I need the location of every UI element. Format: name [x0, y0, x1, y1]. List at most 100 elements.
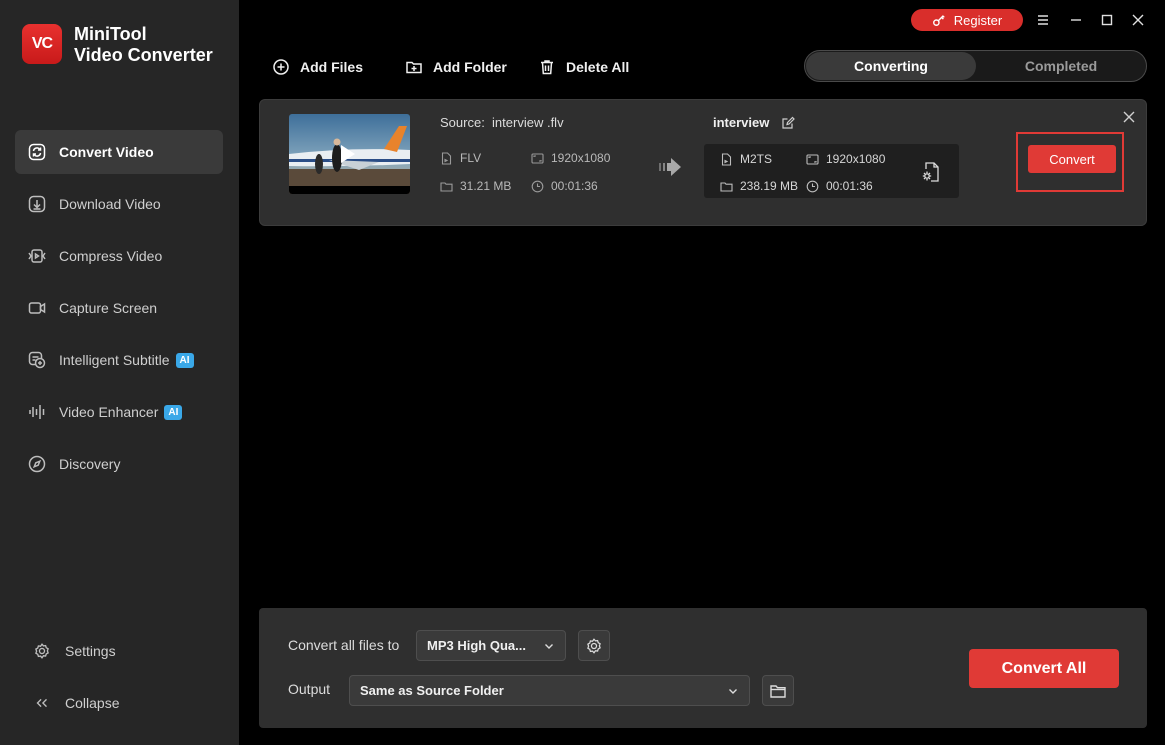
sidebar-item-intelligent-subtitle[interactable]: Intelligent Subtitle AI — [15, 338, 223, 382]
delete-all-button[interactable]: Delete All — [538, 57, 629, 77]
video-thumbnail[interactable] — [289, 114, 410, 194]
enhancer-icon — [29, 405, 45, 419]
camera-icon — [28, 302, 46, 314]
register-label: Register — [953, 12, 1003, 28]
output-folder-value: Same as Source Folder — [360, 683, 504, 698]
collapse-label: Collapse — [65, 695, 120, 711]
tab-completed-label: Completed — [1024, 58, 1098, 74]
sidebar-item-capture-screen[interactable]: Capture Screen — [15, 286, 223, 330]
ai-badge: AI — [164, 404, 183, 420]
source-format: FLV — [440, 151, 481, 165]
app-title-line2: Video Converter — [74, 45, 213, 65]
tab-completed[interactable]: Completed — [976, 52, 1146, 80]
resolution-icon — [531, 152, 544, 164]
sidebar-item-compress-video[interactable]: Compress Video — [15, 234, 223, 278]
convert-icon — [28, 143, 46, 161]
menu-button[interactable] — [1033, 10, 1053, 30]
output-folder-select[interactable]: Same as Source Folder — [349, 675, 750, 706]
output-label: Output — [288, 681, 331, 697]
sidebar: VC MiniTool Video Converter Convert Vide… — [0, 0, 239, 745]
sidebar-item-label: Intelligent Subtitle — [59, 352, 170, 368]
output-duration-value: 00:01:36 — [826, 179, 873, 193]
target-format-select[interactable]: MP3 High Qua... — [416, 630, 566, 661]
tab-converting-label: Converting — [854, 58, 928, 74]
download-icon — [28, 195, 46, 213]
convert-all-button[interactable]: Convert All — [969, 649, 1119, 688]
target-format-value: MP3 High Qua... — [427, 638, 526, 653]
folder-icon — [770, 684, 786, 698]
delete-all-label: Delete All — [566, 59, 630, 75]
app-title-line1: MiniTool — [74, 24, 147, 44]
convert-all-files-to-label: Convert all files to — [288, 637, 400, 653]
convert-all-label: Convert All — [1001, 659, 1087, 677]
format-settings-button[interactable] — [578, 630, 610, 661]
sidebar-item-convert-video[interactable]: Convert Video — [15, 130, 223, 174]
sidebar-settings-group: Settings — [15, 633, 223, 669]
remove-file-icon[interactable] — [1122, 110, 1136, 124]
app-title: MiniTool Video Converter — [74, 24, 213, 66]
sidebar-item-label: Discovery — [59, 456, 121, 472]
clock-icon — [531, 180, 544, 192]
source-duration-value: 00:01:36 — [551, 179, 598, 193]
status-tabs: Converting Completed — [804, 50, 1147, 82]
subtitle-icon — [28, 351, 46, 369]
edit-icon[interactable] — [781, 116, 796, 130]
folder-icon — [720, 181, 733, 192]
file-icon — [721, 152, 732, 166]
tab-converting[interactable]: Converting — [806, 52, 976, 80]
add-folder-icon — [406, 61, 422, 74]
ai-badge: AI — [175, 352, 194, 368]
source-format-value: FLV — [460, 151, 482, 165]
settings-label: Settings — [65, 643, 116, 659]
output-size: 238.19 MB — [720, 179, 798, 193]
output-resolution: 1920x1080 — [806, 152, 885, 166]
add-files-button[interactable]: Add Files — [272, 57, 363, 77]
resolution-icon — [806, 153, 819, 165]
output-format: M2TS — [720, 152, 772, 166]
file-item-card: Source: interview .flv FLV 1920x1080 31.… — [259, 99, 1147, 226]
source-resolution: 1920x1080 — [531, 151, 610, 165]
sidebar-item-label: Download Video — [59, 196, 161, 212]
source-duration: 00:01:36 — [531, 179, 598, 193]
source-filename: interview .flv — [492, 115, 564, 130]
output-duration: 00:01:36 — [806, 179, 873, 193]
source-label: Source: interview .flv — [440, 115, 564, 130]
close-icon — [1132, 14, 1144, 26]
sidebar-item-label: Convert Video — [59, 144, 154, 160]
gear-icon — [35, 643, 49, 659]
sidebar-item-label: Compress Video — [59, 248, 163, 264]
sidebar-item-discovery[interactable]: Discovery — [15, 442, 223, 486]
source-size-value: 31.21 MB — [460, 179, 512, 193]
minimize-icon — [1071, 19, 1081, 21]
logo-text: VC — [31, 35, 53, 52]
output-format-box[interactable]: M2TS 1920x1080 238.19 MB 00:01:36 — [704, 144, 959, 198]
add-folder-label: Add Folder — [433, 59, 507, 75]
add-folder-button[interactable]: Add Folder — [405, 57, 507, 77]
minimize-button[interactable] — [1066, 10, 1086, 30]
maximize-button[interactable] — [1097, 10, 1117, 30]
close-window-button[interactable] — [1128, 10, 1148, 30]
register-button[interactable]: Register — [911, 9, 1023, 31]
settings-button[interactable]: Settings — [15, 633, 223, 669]
source-prefix: Source: — [440, 115, 485, 130]
bottom-panel: Convert all files to MP3 High Qua... Out… — [259, 608, 1147, 728]
source-size: 31.21 MB — [440, 179, 511, 193]
sidebar-item-label: Capture Screen — [59, 300, 158, 316]
folder-icon — [440, 181, 453, 192]
sidebar-item-video-enhancer[interactable]: Video Enhancer AI — [15, 390, 223, 434]
sidebar-collapse-group: Collapse — [15, 685, 223, 721]
sidebar-item-download-video[interactable]: Download Video — [15, 182, 223, 226]
arrow-right-icon — [659, 158, 681, 176]
output-name: interview — [713, 115, 796, 130]
gear-icon — [587, 637, 601, 654]
browse-folder-button[interactable] — [762, 675, 794, 706]
sidebar-nav: Convert Video Download Video Compress Vi… — [15, 130, 223, 494]
chevron-down-icon — [545, 644, 553, 649]
clock-icon — [806, 180, 819, 192]
trash-icon — [541, 60, 553, 75]
add-files-label: Add Files — [300, 59, 364, 75]
compass-icon — [28, 455, 46, 473]
convert-button[interactable]: Convert — [1028, 145, 1116, 173]
collapse-button[interactable]: Collapse — [15, 685, 223, 721]
source-resolution-value: 1920x1080 — [551, 151, 611, 165]
